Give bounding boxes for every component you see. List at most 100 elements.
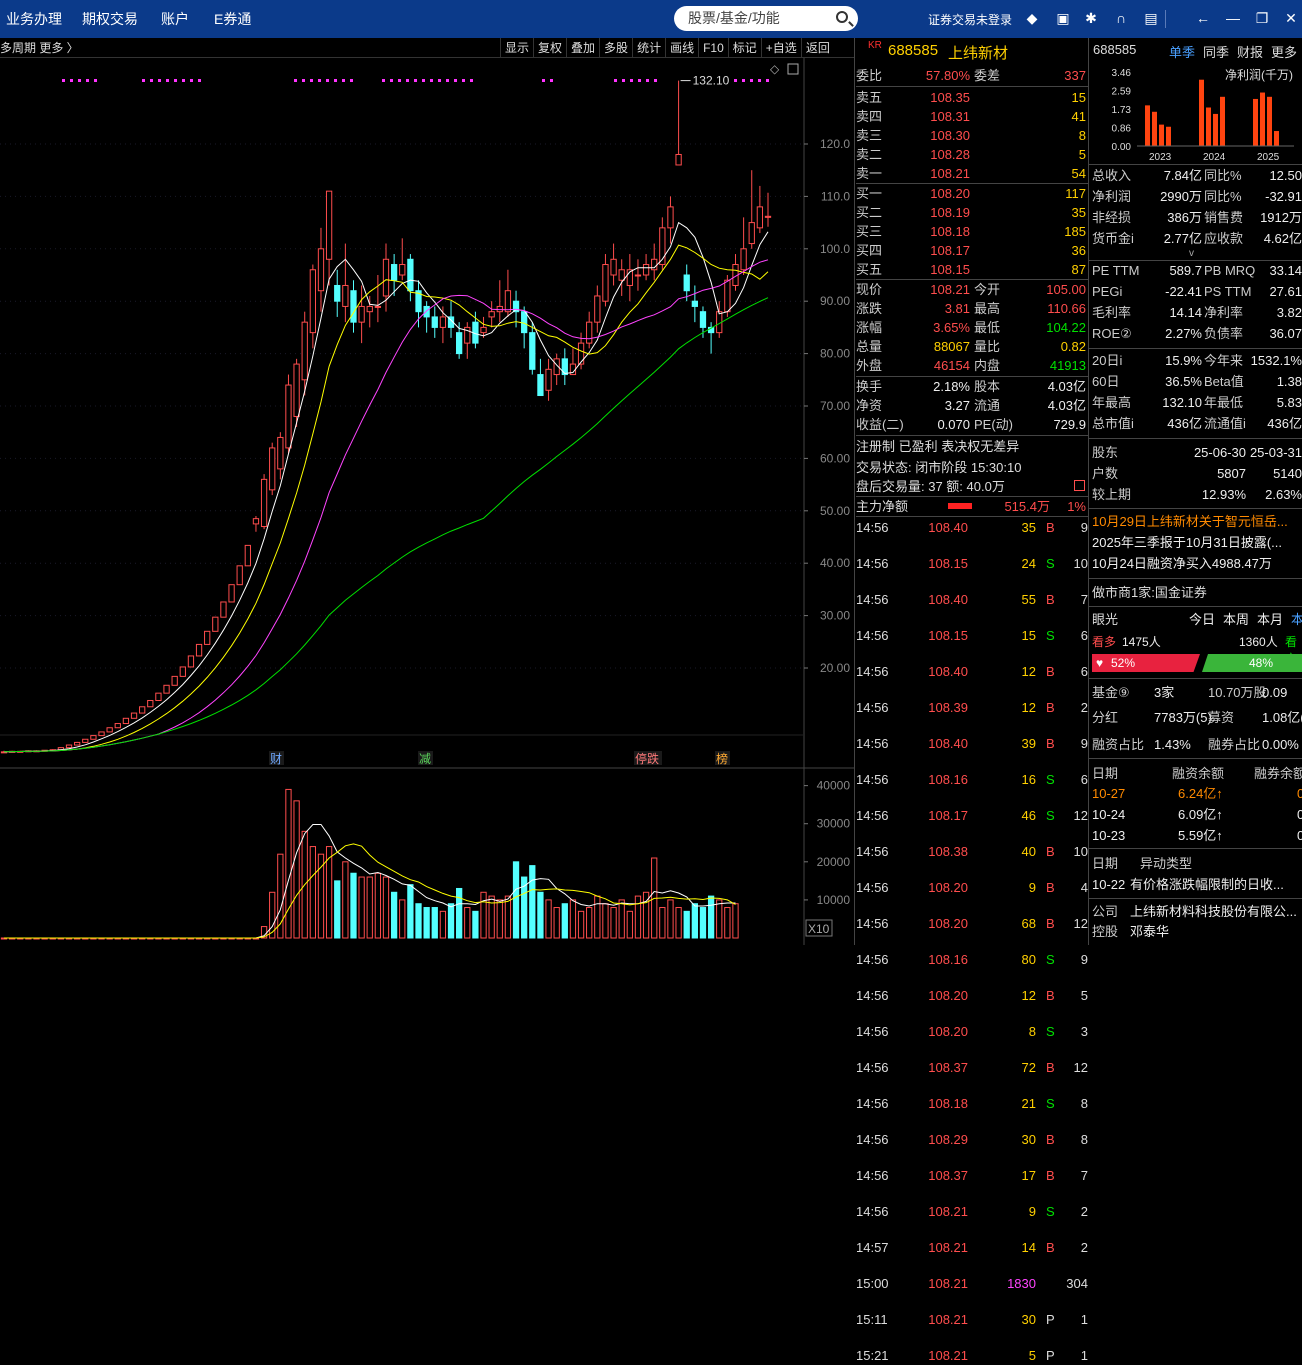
valuation-row[interactable]: ROE② 2.27% 负债率 36.07 [1092, 324, 1302, 343]
gear-icon[interactable]: ✱ [1083, 10, 1099, 26]
fin-row[interactable]: 总收入 7.84亿 同比% 12.50 [1092, 166, 1302, 185]
margin-header: 日期 融资余额 融券余额 [1092, 764, 1302, 783]
toolbar-btn-0[interactable]: 显示 [500, 38, 533, 58]
event-marker-label[interactable]: 停跌 [635, 751, 659, 766]
bid-row[interactable]: 买四 108.17 36 [856, 241, 1088, 260]
close-icon[interactable]: ✕ [1283, 10, 1299, 26]
toolbar-btn-7[interactable]: 标记 [727, 38, 761, 58]
tick-count: 2 [1080, 700, 1088, 715]
menu-account[interactable]: 账户 [161, 0, 189, 38]
event-marker-label[interactable]: 减 [419, 752, 431, 766]
chevron-down-icon[interactable]: v [1189, 248, 1194, 259]
candle-body [155, 692, 162, 701]
tick-volume: 9 [1028, 880, 1036, 895]
eye-tab-0[interactable]: 今日 [1189, 610, 1215, 629]
f10-tab-0[interactable]: 单季 [1169, 42, 1195, 61]
f10-tab-2[interactable]: 财报 [1237, 42, 1263, 61]
diamond-icon[interactable]: ◇ [770, 62, 780, 76]
stat2-row[interactable]: 换手 2.18% 股本 4.03亿 [856, 377, 1088, 396]
signal-dot [550, 79, 553, 82]
kline-chart[interactable]: 120.0 110.0 100.0 90.00 80.00 70.00 60.00 50.00… [0, 58, 854, 945]
toolbar-btn-2[interactable]: 叠加 [566, 38, 599, 58]
volume-bar [699, 907, 707, 939]
toolbar-btn-9[interactable]: 返回 [800, 38, 834, 58]
f10-tab-3[interactable]: 更多 [1271, 42, 1297, 61]
panel-toggle-icon[interactable] [787, 63, 799, 75]
tick-price: 108.16 [928, 952, 968, 967]
message-icon[interactable]: ▤ [1143, 10, 1159, 26]
bull-bar[interactable] [1092, 654, 1200, 672]
menu-business[interactable]: 业务办理 [6, 0, 62, 38]
valuation-row[interactable]: 毛利率 14.14 净利率 3.82 [1092, 303, 1302, 322]
headset-icon[interactable]: ∩ [1113, 10, 1129, 26]
ask-row[interactable]: 卖三 108.30 8 [856, 126, 1088, 145]
bid-row[interactable]: 买二 108.19 35 [856, 203, 1088, 222]
calc-icon[interactable] [1074, 480, 1085, 491]
value: 36.5% [1165, 374, 1202, 389]
stat-row[interactable]: 涨跌 3.81 最高 110.66 [856, 299, 1088, 318]
signal-dot [310, 79, 313, 82]
search-icon[interactable] [836, 11, 848, 23]
perf-row[interactable]: 总市值i 436亿 流通值i 436亿 [1092, 414, 1302, 433]
stat2-row[interactable]: 净资 3.27 流通 4.03亿 [856, 396, 1088, 415]
fin-row[interactable]: 货币金i 2.77亿 应收款 4.62亿 [1092, 229, 1302, 248]
bid-row[interactable]: 买一 108.20 117 [856, 184, 1088, 203]
toolbar-btn-6[interactable]: F10 [698, 38, 728, 58]
restore-icon[interactable]: ❐ [1254, 10, 1270, 26]
search-input[interactable]: 股票/基金/功能 [674, 6, 858, 31]
ask-row[interactable]: 卖二 108.28 5 [856, 145, 1088, 164]
tick-price: 108.40 [928, 592, 968, 607]
volume-bar [561, 903, 568, 939]
tick-side: S [1046, 952, 1055, 967]
bid-row[interactable]: 买三 108.18 185 [856, 222, 1088, 241]
toolbar-btn-5[interactable]: 画线 [665, 38, 698, 58]
menu-ecoupon[interactable]: E券通 [214, 0, 251, 38]
fin-row[interactable]: 净利润 2990万 同比% -32.91 [1092, 187, 1302, 206]
main-flow-row[interactable]: 主力净额 515.4万 1% [856, 497, 1088, 516]
weibi-row[interactable]: 委比 57.80% 委差 337 [856, 66, 1088, 85]
ask-row[interactable]: 卖一 108.21 54 [856, 164, 1088, 183]
valuation-row[interactable]: PE TTM 589.7 PB MRQ 33.14 [1092, 261, 1302, 280]
fin-row[interactable]: 非经损 386万 销售费 1912万 [1092, 208, 1302, 227]
stat-row[interactable]: 涨幅 3.65% 最低 104.22 [856, 318, 1088, 337]
menu-options[interactable]: 期权交易 [82, 0, 138, 38]
back-icon[interactable]: ← [1195, 10, 1211, 26]
event-marker-label[interactable]: 榜 [716, 751, 728, 766]
signal-dot [182, 79, 185, 82]
toolbar-btn-1[interactable]: 复权 [533, 38, 566, 58]
period-menu[interactable]: 多周期 更多 〉 [0, 38, 79, 58]
ask-row[interactable]: 卖四 108.31 41 [856, 107, 1088, 126]
stat-row[interactable]: 外盘 46154 内盘 41913 [856, 356, 1088, 375]
value: 185 [1064, 224, 1086, 239]
login-status[interactable]: 证券交易未登录 [928, 11, 1012, 28]
stat-row[interactable]: 总量 88067 量比 0.82 [856, 337, 1088, 356]
bid-row[interactable]: 买五 108.15 87 [856, 260, 1088, 279]
toolbar-btn-3[interactable]: 多股 [599, 38, 632, 58]
stat2-row[interactable]: 收益(二) 0.070 PE(动) 729.9 [856, 415, 1088, 434]
label: 10.70万股 [1208, 685, 1267, 700]
layers-icon[interactable]: ◆ [1024, 10, 1040, 26]
valuation-row[interactable]: PEGi -22.41 PS TTM 27.61 [1092, 282, 1302, 301]
perf-row[interactable]: 60日 36.5% Beta值 1.38 [1092, 372, 1302, 391]
toolbar-btn-8[interactable]: +自选 [760, 38, 801, 58]
news-item[interactable]: 10月24日融资净买入4988.47万 [1092, 554, 1272, 573]
toolbar-btn-4[interactable]: 统计 [632, 38, 665, 58]
ask-row[interactable]: 卖五 108.35 15 [856, 88, 1088, 107]
volume-bar [667, 899, 674, 939]
eye-tab-3[interactable]: 本年 [1291, 610, 1302, 629]
minimize-icon[interactable]: — [1225, 10, 1241, 26]
news-item[interactable]: 10月29日上纬新材关于智元恒岳... [1092, 512, 1288, 531]
eye-tab-2[interactable]: 本月 [1257, 610, 1283, 629]
news-item[interactable]: 2025年三季报于10月31日披露(... [1092, 533, 1282, 552]
perf-row[interactable]: 20日i 15.9% 今年来 1532.1% [1092, 351, 1302, 370]
tick-volume: 1830 [1007, 1276, 1036, 1291]
eye-tab-1[interactable]: 本周 [1223, 610, 1249, 629]
f-icon[interactable]: ▣ [1055, 10, 1071, 26]
divider [856, 86, 1088, 87]
price-tick-label: 40.00 [820, 556, 850, 570]
f10-tab-1[interactable]: 同季 [1203, 42, 1229, 61]
event-marker-label[interactable]: 财 [270, 752, 282, 766]
perf-row[interactable]: 年最高 132.10 年最低 5.83 [1092, 393, 1302, 412]
stat-row[interactable]: 现价 108.21 今开 105.00 [856, 280, 1088, 299]
abnormal-row[interactable]: 10-22 有价格涨跌幅限制的日收... [1092, 875, 1302, 894]
